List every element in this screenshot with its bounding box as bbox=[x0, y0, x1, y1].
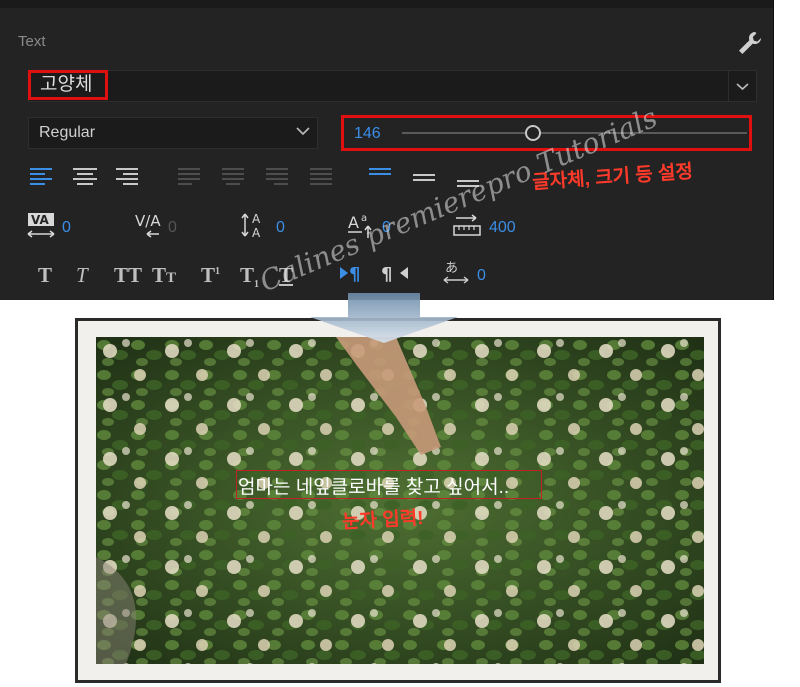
align-middle-icon[interactable] bbox=[413, 174, 435, 184]
faux-bold-icon[interactable]: T bbox=[38, 263, 52, 288]
align-center-icon[interactable] bbox=[73, 168, 97, 188]
small-caps-icon[interactable]: TT bbox=[152, 263, 176, 288]
tab-width-value[interactable]: 400 bbox=[489, 219, 516, 237]
svg-text:あ: あ bbox=[445, 261, 458, 276]
panel-top-bar bbox=[0, 0, 773, 8]
rtl-text-direction-icon[interactable]: ¶ bbox=[380, 262, 410, 289]
font-size-slider-handle[interactable] bbox=[525, 125, 542, 141]
clover-field-image bbox=[96, 337, 704, 664]
text-input-annotation: 눈자 입력! bbox=[341, 507, 425, 534]
panel-title: Text bbox=[18, 33, 46, 50]
justify-all-icon[interactable] bbox=[310, 168, 332, 188]
svg-text:A: A bbox=[252, 212, 261, 226]
tracking-icon: VA bbox=[26, 212, 58, 245]
align-left-icon[interactable] bbox=[30, 168, 52, 188]
all-caps-icon[interactable]: TT bbox=[114, 263, 142, 288]
kerning-icon: V/A bbox=[133, 212, 163, 245]
font-family-dropdown-button[interactable] bbox=[728, 70, 757, 102]
kerning-value[interactable]: 0 bbox=[168, 219, 177, 237]
font-size-value[interactable]: 146 bbox=[354, 125, 381, 143]
svg-text:A: A bbox=[252, 226, 261, 240]
justify-left-icon[interactable] bbox=[178, 168, 200, 188]
justify-right-icon[interactable] bbox=[266, 168, 288, 188]
align-top-icon[interactable] bbox=[369, 168, 391, 178]
video-preview bbox=[96, 337, 704, 664]
tracking-value[interactable]: 0 bbox=[62, 219, 71, 237]
down-arrow-icon bbox=[308, 293, 460, 343]
wrench-icon[interactable] bbox=[736, 30, 764, 56]
svg-text:¶: ¶ bbox=[349, 264, 360, 284]
font-style-value: Regular bbox=[39, 124, 96, 141]
font-family-dropdown[interactable] bbox=[28, 70, 730, 102]
align-right-icon[interactable] bbox=[116, 168, 138, 188]
leading-value[interactable]: 0 bbox=[276, 219, 285, 237]
svg-text:VA: VA bbox=[31, 213, 49, 227]
text-panel: Text 고양체 Regular 146 VA 0 V/A 0 A A 0 A … bbox=[0, 0, 774, 300]
superscript-icon[interactable]: T1 bbox=[201, 263, 220, 288]
tsume-value[interactable]: 0 bbox=[477, 267, 486, 285]
subtitle-text[interactable]: 엄마는 네잎클로바를 찾고 싶어서.. bbox=[238, 472, 509, 499]
svg-text:¶: ¶ bbox=[381, 264, 392, 284]
font-family-value[interactable]: 고양체 bbox=[28, 70, 108, 100]
leading-icon: A A bbox=[240, 210, 270, 245]
faux-italic-icon[interactable]: T bbox=[76, 263, 88, 288]
font-style-dropdown[interactable]: Regular bbox=[28, 117, 318, 149]
svg-text:V/A: V/A bbox=[135, 212, 161, 230]
tsume-icon: あ bbox=[442, 258, 472, 291]
justify-center-icon[interactable] bbox=[222, 168, 244, 188]
chevron-down-icon bbox=[736, 83, 749, 91]
chevron-down-icon bbox=[295, 124, 311, 138]
